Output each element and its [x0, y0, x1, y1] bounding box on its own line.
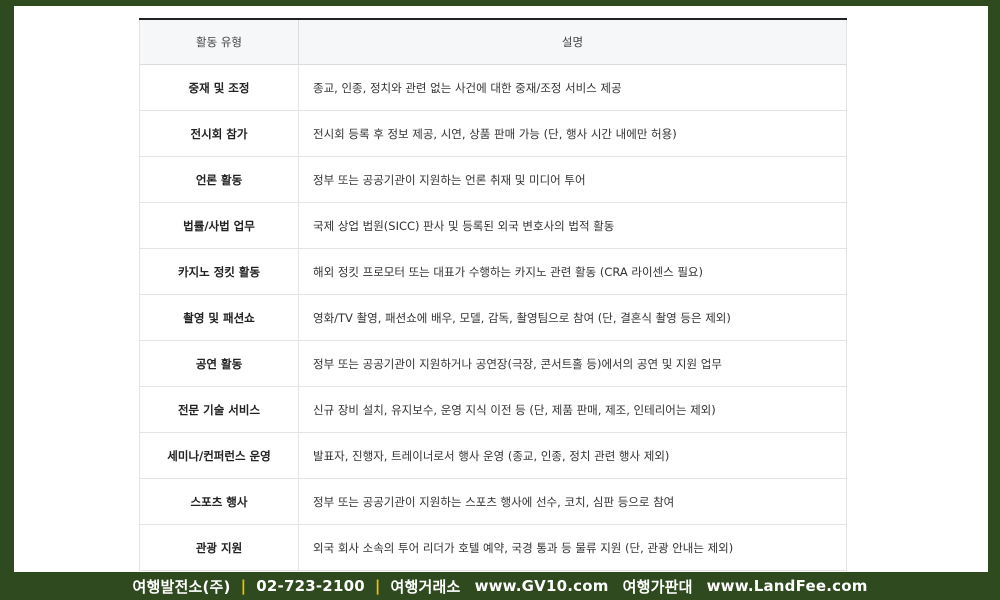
description-cell: 정부 또는 공공기관이 지원하는 언론 취재 및 미디어 투어 — [298, 156, 847, 203]
activity-type-cell: 전문 기술 서비스 — [139, 386, 299, 433]
description-cell: 정부 또는 공공기관이 지원하거나 공연장(극장, 콘서트홀 등)에서의 공연 … — [298, 340, 847, 387]
header-activity-type: 활동 유형 — [139, 19, 299, 65]
company-name: 여행발전소(주) — [132, 577, 231, 596]
site-link-1[interactable]: www.GV10.com — [475, 577, 609, 595]
header-description: 설명 — [298, 19, 847, 65]
activity-type-cell: 스포츠 행사 — [139, 478, 299, 525]
table-row: 법률/사법 업무 국제 상업 법원(SICC) 판사 및 등록된 외국 변호사의… — [139, 202, 847, 249]
description-cell: 해외 정킷 프로모터 또는 대표가 수행하는 카지노 관련 활동 (CRA 라이… — [298, 248, 847, 295]
description-cell: 영화/TV 촬영, 패션쇼에 배우, 모델, 감독, 촬영팀으로 참여 (단, … — [298, 294, 847, 341]
activity-type-cell: 세미나/컨퍼런스 운영 — [139, 432, 299, 479]
description-cell: 신규 장비 설치, 유지보수, 운영 지식 이전 등 (단, 제품 판매, 제조… — [298, 386, 847, 433]
phone-number: 02-723-2100 — [256, 577, 365, 595]
brand-name-2: 여행가판대 — [622, 577, 693, 596]
activity-table: 활동 유형 설명 중재 및 조정 종교, 인종, 정치와 관련 없는 사건에 대… — [139, 18, 847, 571]
table-row: 스포츠 행사 정부 또는 공공기관이 지원하는 스포츠 행사에 선수, 코치, … — [139, 478, 847, 525]
activity-type-cell: 전시회 참가 — [139, 110, 299, 157]
description-cell: 국제 상업 법원(SICC) 판사 및 등록된 외국 변호사의 법적 활동 — [298, 202, 847, 249]
footer-separator: | — [240, 577, 247, 595]
site-link-2[interactable]: www.LandFee.com — [707, 577, 868, 595]
table-row: 촬영 및 패션쇼 영화/TV 촬영, 패션쇼에 배우, 모델, 감독, 촬영팀으… — [139, 294, 847, 341]
description-cell: 정부 또는 공공기관이 지원하는 스포츠 행사에 선수, 코치, 심판 등으로 … — [298, 478, 847, 525]
table-header-row: 활동 유형 설명 — [139, 19, 847, 65]
activity-type-cell: 공연 활동 — [139, 340, 299, 387]
footer-banner: 여행발전소(주) | 02-723-2100 | 여행거래소 www.GV10.… — [0, 572, 1000, 600]
footer-separator: | — [374, 577, 381, 595]
activity-type-cell: 중재 및 조정 — [139, 64, 299, 111]
table-row: 세미나/컨퍼런스 운영 발표자, 진행자, 트레이너로서 행사 운영 (종교, … — [139, 432, 847, 479]
table-row: 공연 활동 정부 또는 공공기관이 지원하거나 공연장(극장, 콘서트홀 등)에… — [139, 340, 847, 387]
description-cell: 외국 회사 소속의 투어 리더가 호텔 예약, 국경 통과 등 물류 지원 (단… — [298, 524, 847, 571]
table-row: 관광 지원 외국 회사 소속의 투어 리더가 호텔 예약, 국경 통과 등 물류… — [139, 524, 847, 571]
description-cell: 종교, 인종, 정치와 관련 없는 사건에 대한 중재/조정 서비스 제공 — [298, 64, 847, 111]
table-row: 카지노 정킷 활동 해외 정킷 프로모터 또는 대표가 수행하는 카지노 관련 … — [139, 248, 847, 295]
table-row: 중재 및 조정 종교, 인종, 정치와 관련 없는 사건에 대한 중재/조정 서… — [139, 64, 847, 111]
table-row: 전문 기술 서비스 신규 장비 설치, 유지보수, 운영 지식 이전 등 (단,… — [139, 386, 847, 433]
table-row: 전시회 참가 전시회 등록 후 정보 제공, 시연, 상품 판매 가능 (단, … — [139, 110, 847, 157]
activity-type-cell: 관광 지원 — [139, 524, 299, 571]
activity-type-cell: 촬영 및 패션쇼 — [139, 294, 299, 341]
table-row: 언론 활동 정부 또는 공공기관이 지원하는 언론 취재 및 미디어 투어 — [139, 156, 847, 203]
description-cell: 발표자, 진행자, 트레이너로서 행사 운영 (종교, 인종, 정치 관련 행사… — [298, 432, 847, 479]
content-panel: 활동 유형 설명 중재 및 조정 종교, 인종, 정치와 관련 없는 사건에 대… — [14, 6, 988, 572]
activity-type-cell: 법률/사법 업무 — [139, 202, 299, 249]
description-cell: 전시회 등록 후 정보 제공, 시연, 상품 판매 가능 (단, 행사 시간 내… — [298, 110, 847, 157]
activity-type-cell: 언론 활동 — [139, 156, 299, 203]
activity-type-cell: 카지노 정킷 활동 — [139, 248, 299, 295]
brand-name-1: 여행거래소 — [390, 577, 461, 596]
